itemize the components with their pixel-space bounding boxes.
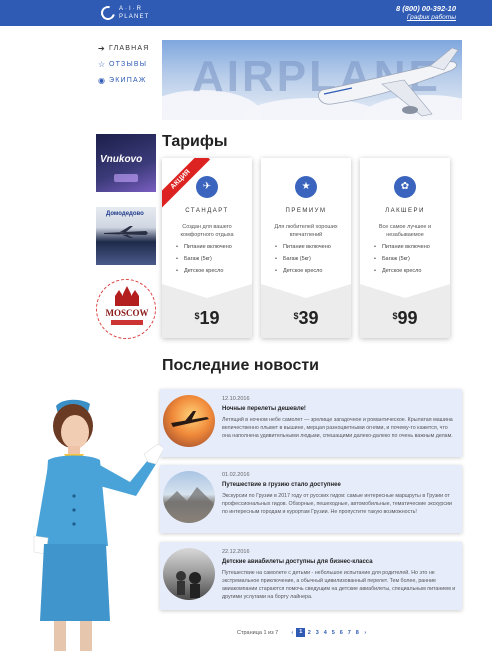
palette-icon: ✿ [394,176,416,198]
logo[interactable]: A·I·R PLANET [98,3,150,23]
logo-line1: A·I·R [119,6,143,12]
nav-item-label: ГЛАВНАЯ [109,44,150,52]
sunset-plane-image [163,395,215,447]
page-link-6[interactable]: 6 [337,630,345,636]
page-link-8[interactable]: 8 [353,630,361,636]
feature-item: Питание включено [275,244,347,256]
tariff-price: $39 [261,284,351,338]
price-value: 39 [298,308,319,328]
tariff-card-luxury[interactable]: ✿ ЛАКШЕРИ Все самое лучшее и незабываемо… [360,158,450,338]
tariff-desc: Создан для вашего комфортного отдыха [180,224,234,238]
news-text: Путешествие на самолете с детьми - небол… [222,570,456,600]
logo-line2: PLANET [119,14,150,20]
page-link-1[interactable]: 1 [296,628,306,637]
airplane-image [318,48,459,117]
price-value: 19 [199,308,220,328]
nav-item-label: ЭКИПАЖ [109,76,147,84]
page-count-label: Страница 1 из 7 [237,629,279,636]
feature-item: Багаж (5кг) [374,256,446,268]
news-headline[interactable]: Детские авиабилеты доступны для бизнес-к… [222,559,373,565]
tariff-name: ЛАКШЕРИ [385,208,425,214]
logo-icon [98,3,118,23]
domodedovo-label: Домодедово [106,211,144,217]
prev-page-button[interactable]: ‹ [288,630,296,636]
page-link-7[interactable]: 7 [345,630,353,636]
news-date: 01.02.2016 [222,472,250,478]
tariff-name: СТАНДАРТ [185,208,229,214]
hero-banner: AIRPLANE [162,40,462,120]
tariff-features: Питание включено Багаж (5кг) Детское кре… [176,244,248,280]
next-page-button[interactable]: › [361,630,369,636]
news-headline[interactable]: Ночные перелеты дешевле! [222,406,306,412]
vnukovo-ad[interactable]: Vnukovo [96,134,156,192]
eye-icon: ◉ [98,75,107,85]
tariff-price: $99 [360,284,450,338]
page-link-2[interactable]: 2 [305,630,313,636]
feature-item: Питание включено [374,244,446,256]
mountains-image [163,471,215,523]
feature-item: Питание включено [176,244,248,256]
pagination: Страница 1 из 7 ‹ 1 2 3 4 5 6 7 8 › [237,628,369,637]
plane-icon: ✈ [196,176,218,198]
tariffs-title: Тарифы [162,133,228,150]
page-link-3[interactable]: 3 [313,630,321,636]
top-bar: A·I·R PLANET 8 (800) 00-392-10 График ра… [0,0,492,26]
news-item[interactable]: 12.10.2016 Ночные перелеты дешевле! Летя… [160,389,462,457]
main-nav: ➔ ГЛАВНАЯ ☆ ОТЗЫВЫ ◉ ЭКИПАЖ [98,40,158,88]
star-icon: ★ [295,176,317,198]
stewardess-image [33,399,163,651]
nav-item-crew[interactable]: ◉ ЭКИПАЖ [98,72,158,88]
tariff-features: Питание включено Багаж (5кг) Детское кре… [374,244,446,280]
page-link-4[interactable]: 4 [321,630,329,636]
tariff-card-premium[interactable]: ★ ПРЕМИУМ Для любителей хороших впечатле… [261,158,351,338]
feature-item: Детское кресло [374,268,446,280]
nav-item-reviews[interactable]: ☆ ОТЗЫВЫ [98,56,158,72]
news-date: 12.10.2016 [222,396,250,402]
price-value: 99 [397,308,418,328]
moscow-ad[interactable]: MOSCOW [96,279,156,339]
feature-item: Багаж (5кг) [176,256,248,268]
star-outline-icon: ☆ [98,59,107,69]
news-date: 22.12.2016 [222,549,250,555]
tariff-name: ПРЕМИУМ [285,208,327,214]
tariff-card-standard[interactable]: АКЦИЯ ✈ СТАНДАРТ Создан для вашего комфо… [162,158,252,338]
tariff-desc: Для любителей хороших впечатлений [274,224,338,238]
arrow-right-icon: ➔ [98,43,106,53]
feature-item: Багаж (5кг) [275,256,347,268]
domodedovo-ad[interactable]: Домодедово [96,207,156,265]
page-link-5[interactable]: 5 [329,630,337,636]
news-headline[interactable]: Путешествие в грузию стало доступнее [222,482,341,488]
vnukovo-label: Vnukovo [100,154,143,165]
nav-item-main[interactable]: ➔ ГЛАВНАЯ [98,40,158,56]
news-title: Последние новости [162,357,320,374]
tariff-price: $19 [162,284,252,338]
airplane-silhouette-icon [104,226,148,238]
nav-item-label: ОТЗЫВЫ [109,60,148,68]
feature-item: Детское кресло [176,268,248,280]
news-item[interactable]: 01.02.2016 Путешествие в грузию стало до… [160,465,462,533]
working-hours-link[interactable]: График работы [407,14,456,21]
tariff-desc: Все самое лучшее и незабываемое [378,224,432,238]
tariff-features: Питание включено Багаж (5кг) Детское кре… [275,244,347,280]
moscow-label: MOSCOW [105,308,149,318]
news-item[interactable]: 22.12.2016 Детские авиабилеты доступны д… [160,542,462,610]
feature-item: Детское кресло [275,268,347,280]
news-text: Экскурсии по Грузии в 2017 году от русск… [222,493,452,515]
phone-number[interactable]: 8 (800) 00-392-10 [396,4,456,13]
airport-crowd-image [163,548,215,600]
news-text: Летящий в ночном небе самолет — зрелище … [222,417,453,439]
kremlin-icon [115,286,139,306]
